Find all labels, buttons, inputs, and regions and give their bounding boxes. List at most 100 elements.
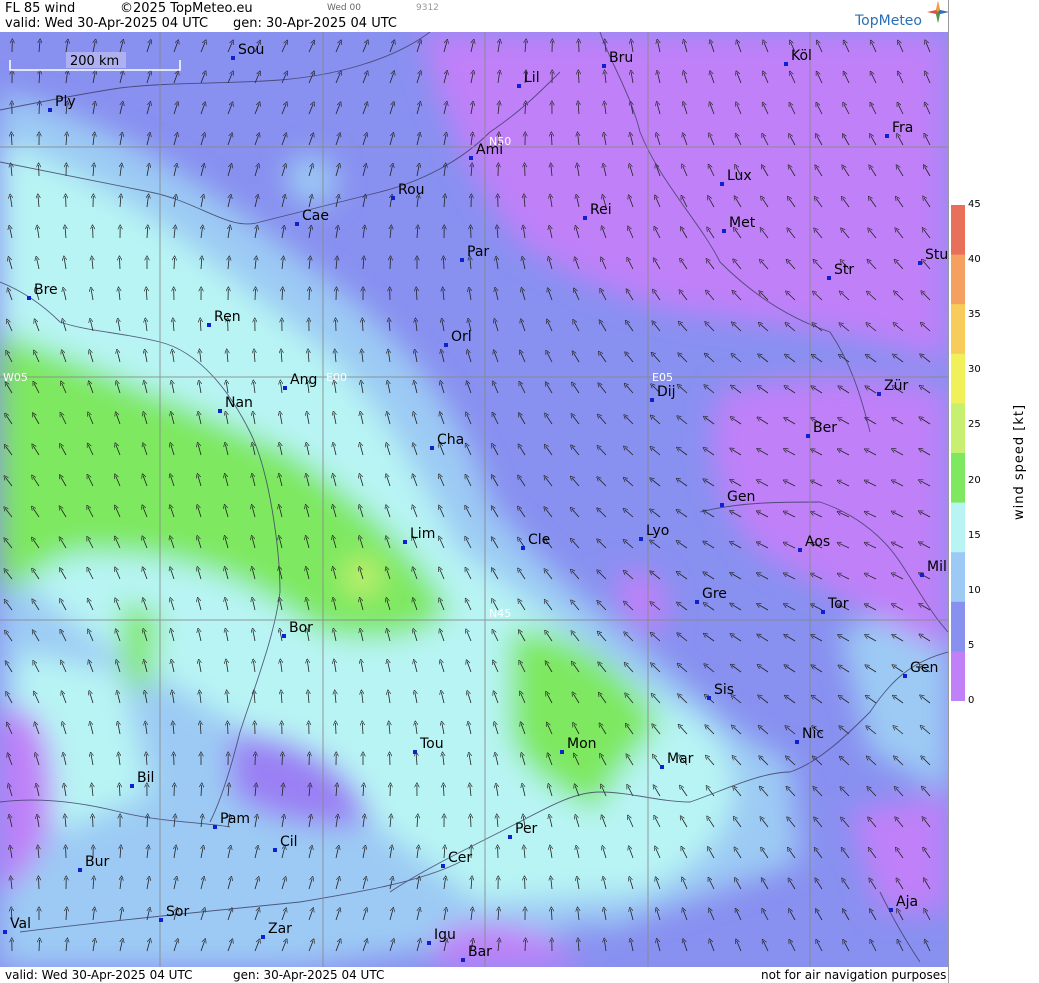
wind-map[interactable]: N50 N45 W05 E00 E05 200 km Sou Ply Bru Köl L… <box>0 32 948 967</box>
city-label: Lux <box>727 168 752 184</box>
grid-label-e00: E00 <box>326 371 347 384</box>
colorbar-segment <box>951 403 965 454</box>
compass-star-icon <box>927 1 949 23</box>
city-marker-icon <box>273 848 277 852</box>
city-label: Lil <box>524 70 540 86</box>
city-label: Ang <box>290 372 317 388</box>
city-marker-icon <box>827 276 831 280</box>
city-marker-icon <box>517 84 521 88</box>
city-marker-icon <box>877 392 881 396</box>
city-label: Bur <box>85 854 109 870</box>
wind-arrow <box>39 878 40 890</box>
city-label: Zar <box>268 921 292 937</box>
city-marker-icon <box>583 216 587 220</box>
wind-arrow <box>39 103 40 115</box>
city-label: Str <box>834 262 854 278</box>
wind-arrow <box>120 258 121 270</box>
city-marker-icon <box>213 825 217 829</box>
city-marker-icon <box>918 261 922 265</box>
city-marker-icon <box>720 182 724 186</box>
wind-arrow <box>471 816 472 828</box>
city-marker-icon <box>784 62 788 66</box>
legend-tick-label: 10 <box>968 584 981 596</box>
scale-label: 200 km <box>70 54 119 69</box>
city-label: Bor <box>289 620 313 636</box>
wind-arrow <box>525 878 526 890</box>
city-marker-icon <box>903 674 907 678</box>
city-label: Ami <box>476 142 503 158</box>
city-marker-icon <box>469 156 473 160</box>
city-label: Tou <box>419 736 444 752</box>
city-marker-icon <box>920 573 924 577</box>
city-marker-icon <box>821 610 825 614</box>
city-marker-icon <box>282 634 286 638</box>
city-label: Gre <box>702 586 727 602</box>
city-marker-icon <box>78 868 82 872</box>
legend-tick-label: 30 <box>968 364 981 376</box>
disclaimer-text: not for air navigation purposes <box>761 968 947 982</box>
city-marker-icon <box>231 56 235 60</box>
wind-arrow <box>282 754 283 766</box>
city-label: Cer <box>448 850 472 866</box>
wind-arrow <box>444 258 445 270</box>
city-marker-icon <box>441 864 445 868</box>
footer-gen-time: gen: 30-Apr-2025 04 UTC <box>233 968 385 982</box>
city-marker-icon <box>806 434 810 438</box>
copyright-text: ©2025 TopMeteo.eu <box>120 1 253 16</box>
city-label: Nan <box>225 395 253 411</box>
footer-valid-time: valid: Wed 30-Apr-2025 04 UTC <box>5 968 193 982</box>
city-marker-icon <box>48 108 52 112</box>
legend-tick-label: 5 <box>968 639 975 651</box>
city-label: Nic <box>802 726 824 742</box>
city-label: Sis <box>714 682 734 698</box>
wind-speed-colorbar <box>951 205 965 701</box>
city-marker-icon <box>159 918 163 922</box>
city-marker-icon <box>218 409 222 413</box>
city-marker-icon <box>695 600 699 604</box>
logo-text: TopMeteo <box>855 13 922 29</box>
footer-bar: valid: Wed 30-Apr-2025 04 UTC gen: 30-Ap… <box>0 967 948 983</box>
colorbar-segment <box>951 453 965 504</box>
legend-tick-label: 15 <box>968 529 981 541</box>
city-label: Lyo <box>646 523 669 539</box>
legend-tick-label: 0 <box>968 695 975 706</box>
city-marker-icon <box>444 343 448 347</box>
city-label: Aja <box>896 894 918 910</box>
city-label: Sor <box>166 904 189 920</box>
legend-tick-label: 20 <box>968 474 981 486</box>
city-marker-icon <box>261 935 265 939</box>
city-label: Val <box>10 916 31 932</box>
wind-arrow <box>309 289 310 301</box>
city-marker-icon <box>3 930 7 934</box>
city-label: Köl <box>791 48 812 64</box>
city-marker-icon <box>722 229 726 233</box>
city-marker-icon <box>283 386 287 390</box>
city-label: Ber <box>813 420 837 436</box>
city-marker-icon <box>130 784 134 788</box>
city-label: Cle <box>528 532 550 548</box>
city-marker-icon <box>660 765 664 769</box>
city-label: Gen <box>727 489 755 505</box>
city-marker-icon <box>795 740 799 744</box>
city-label: Pam <box>220 811 250 827</box>
city-label: Bre <box>34 282 58 298</box>
city-marker-icon <box>885 134 889 138</box>
legend-title: wind speed [kt] <box>1012 403 1027 520</box>
colorbar-segment <box>951 502 965 553</box>
city-marker-icon <box>650 398 654 402</box>
city-label: Lim <box>410 526 435 542</box>
city-label: Per <box>515 821 538 837</box>
city-label: Stu <box>925 247 948 263</box>
city-marker-icon <box>295 222 299 226</box>
city-label: Igu <box>434 927 456 943</box>
city-marker-icon <box>707 696 711 700</box>
city-marker-icon <box>403 540 407 544</box>
city-label: Bil <box>137 770 154 786</box>
city-marker-icon <box>798 548 802 552</box>
wind-arrow <box>390 258 391 270</box>
city-marker-icon <box>27 296 31 300</box>
legend-tick-label: 40 <box>968 254 981 266</box>
city-marker-icon <box>427 941 431 945</box>
gen-time: gen: 30-Apr-2025 04 UTC <box>233 16 397 31</box>
colorbar-segment <box>951 304 965 355</box>
